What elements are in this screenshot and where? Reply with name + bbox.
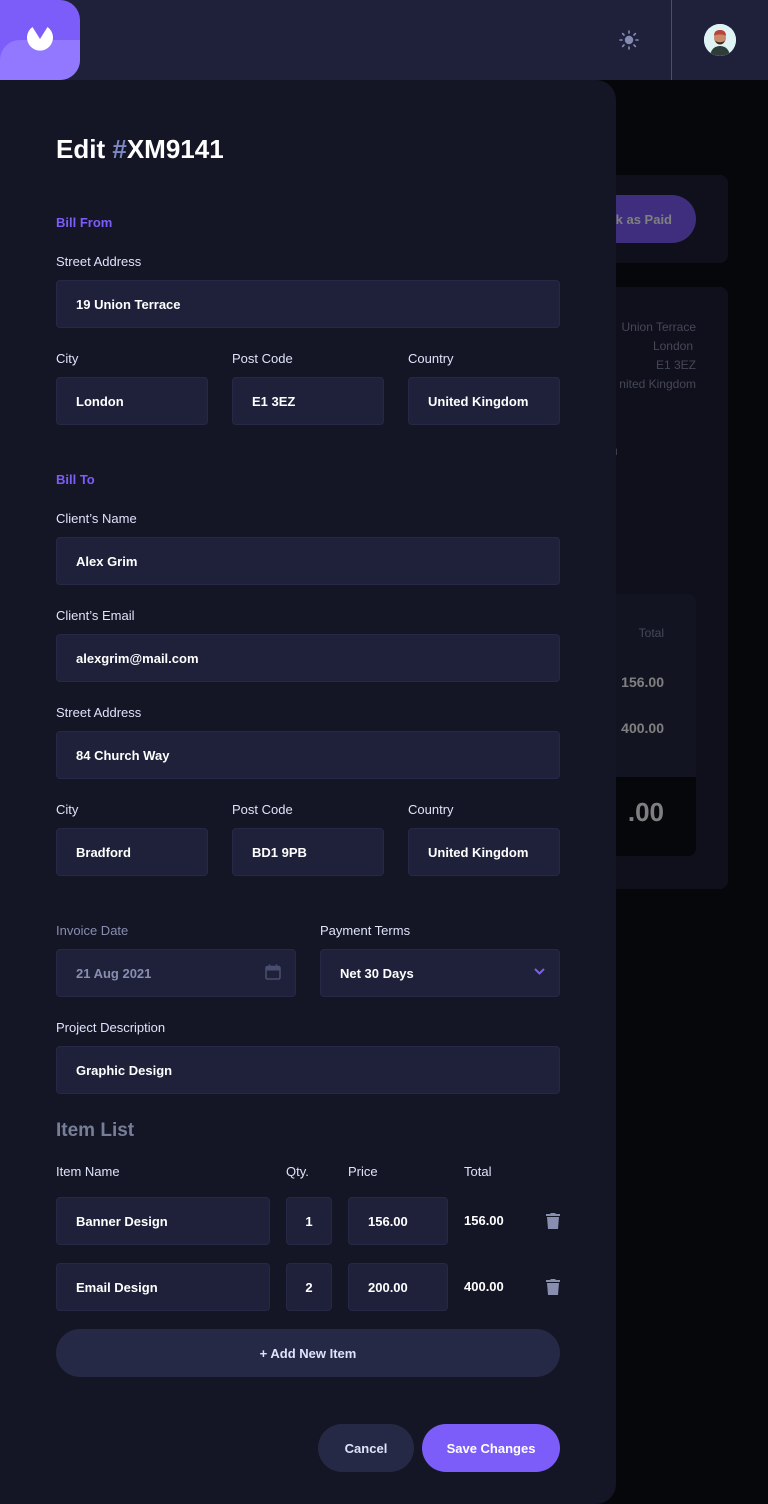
- sender-postcode-input[interactable]: E1 3EZ: [232, 377, 384, 425]
- sender-street-label: Street Address: [56, 254, 142, 269]
- client-name-label: Client’s Name: [56, 511, 137, 526]
- item-total: 400.00: [464, 1279, 504, 1294]
- sender-city-label: City: [56, 351, 79, 366]
- title-hash: #: [112, 134, 127, 164]
- item-list-heading: Item List: [56, 1120, 135, 1141]
- item-qty-input[interactable]: 1: [286, 1197, 332, 1245]
- payment-terms-label: Payment Terms: [320, 923, 411, 938]
- add-new-item-button[interactable]: + Add New Item: [56, 1329, 560, 1377]
- invoice-date-input: 21 Aug 2021: [56, 949, 296, 997]
- calendar-icon: [265, 964, 281, 980]
- user-avatar-icon: [704, 24, 736, 56]
- invoice-date-label: Invoice Date: [56, 923, 129, 938]
- payment-terms-value: Net 30 Days: [340, 965, 414, 981]
- client-postcode-input[interactable]: BD1 9PB: [232, 828, 384, 876]
- delete-item-icon[interactable]: [546, 1279, 560, 1295]
- sun-icon: [619, 30, 639, 50]
- avatar[interactable]: [704, 24, 736, 56]
- app-logo[interactable]: [0, 0, 80, 80]
- price-header: Price: [348, 1164, 378, 1179]
- delete-item-icon[interactable]: [546, 1213, 560, 1229]
- sender-city-input[interactable]: London: [56, 377, 208, 425]
- item-total: 156.00: [464, 1213, 504, 1228]
- client-country-label: Country: [408, 802, 454, 817]
- client-country-input[interactable]: United Kingdom: [408, 828, 560, 876]
- item-name-input[interactable]: Banner Design: [56, 1197, 270, 1245]
- sender-street-input[interactable]: 19 Union Terrace: [56, 280, 560, 328]
- bill-from-heading: Bill From: [56, 215, 113, 230]
- qty-header: Qty.: [286, 1164, 309, 1179]
- invoice-id: XM9141: [126, 134, 224, 164]
- project-description-input[interactable]: Graphic Design: [56, 1046, 560, 1094]
- client-name-input[interactable]: Alex Grim: [56, 537, 560, 585]
- item-qty-input[interactable]: 2: [286, 1263, 332, 1311]
- client-street-label: Street Address: [56, 705, 142, 720]
- top-bar: [0, 0, 768, 80]
- client-city-input[interactable]: Bradford: [56, 828, 208, 876]
- client-city-label: City: [56, 802, 79, 817]
- item-price-input[interactable]: 156.00: [348, 1197, 448, 1245]
- total-header: Total: [464, 1164, 492, 1179]
- page-title: Edit #XM9141: [56, 134, 224, 165]
- chevron-down-icon: [534, 968, 545, 975]
- topbar-divider: [671, 0, 672, 80]
- bill-to-heading: Bill To: [56, 472, 95, 487]
- item-price-input[interactable]: 200.00: [348, 1263, 448, 1311]
- client-email-label: Client’s Email: [56, 608, 135, 623]
- client-email-input[interactable]: alexgrim@mail.com: [56, 634, 560, 682]
- item-name-input[interactable]: Email Design: [56, 1263, 270, 1311]
- sender-country-label: Country: [408, 351, 454, 366]
- title-prefix: Edit: [56, 134, 113, 164]
- cancel-button[interactable]: Cancel: [318, 1424, 414, 1472]
- sender-country-input[interactable]: United Kingdom: [408, 377, 560, 425]
- edit-invoice-drawer: Edit #XM9141 Bill From Street Address 19…: [0, 80, 616, 1504]
- theme-toggle-button[interactable]: [616, 27, 642, 53]
- client-street-input[interactable]: 84 Church Way: [56, 731, 560, 779]
- save-changes-button[interactable]: Save Changes: [422, 1424, 560, 1472]
- client-postcode-label: Post Code: [232, 802, 293, 817]
- sender-postcode-label: Post Code: [232, 351, 293, 366]
- payment-terms-select[interactable]: Net 30 Days: [320, 949, 560, 997]
- project-description-label: Project Description: [56, 1020, 166, 1035]
- invoice-date-value: 21 Aug 2021: [76, 965, 152, 981]
- logo-icon: [27, 27, 53, 51]
- item-name-header: Item Name: [56, 1164, 120, 1179]
